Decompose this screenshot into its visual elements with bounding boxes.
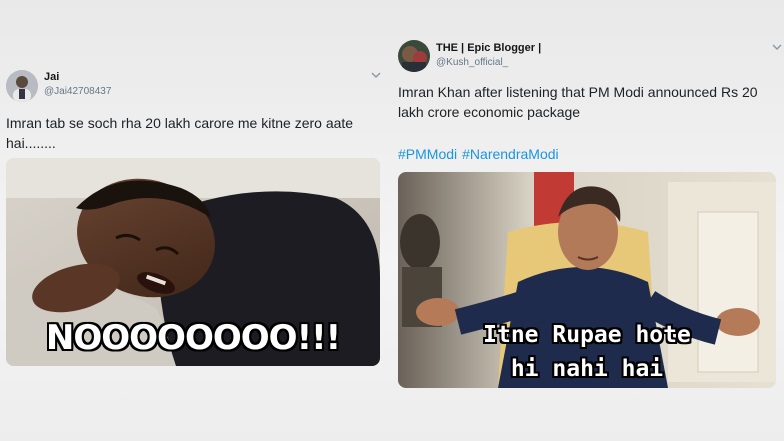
meme-caption-line: Itne Rupae hote — [483, 322, 691, 348]
tweet-card-left[interactable]: Jai @Jai42708437 Imran tab se soch rha 2… — [0, 58, 392, 441]
user-handle[interactable]: @Kush_official_ — [436, 57, 508, 68]
avatar[interactable] — [6, 70, 38, 102]
chevron-down-icon[interactable] — [369, 70, 383, 84]
display-name[interactable]: Jai — [44, 71, 59, 83]
meme-image[interactable]: Itne Rupae hote hi nahi hai — [398, 172, 776, 388]
avatar[interactable] — [398, 40, 430, 72]
tweet-card-right[interactable]: THE | Epic Blogger | @Kush_official_ Imr… — [392, 22, 784, 441]
tweet-text: Imran tab se soch rha 20 lakh carore me … — [6, 115, 354, 151]
hashtags: #PMModi #NarendraModi — [398, 146, 564, 162]
meme-caption: NOOOOOOOO!!! — [45, 318, 341, 358]
meme-image[interactable]: NOOOOOOOO!!! — [6, 158, 380, 366]
user-handle[interactable]: @Jai42708437 — [44, 86, 111, 97]
display-name[interactable]: THE | Epic Blogger | — [436, 42, 541, 54]
hashtag-link[interactable]: #NarendraModi — [462, 146, 559, 162]
hashtag-link[interactable]: #PMModi — [398, 146, 457, 162]
meme-caption: Itne Rupae hote hi nahi hai — [398, 318, 776, 386]
tweet-text: Imran Khan after listening that PM Modi … — [398, 84, 758, 120]
avatar-image — [398, 40, 430, 72]
meme-caption-line: hi nahi hai — [510, 356, 664, 382]
chevron-down-icon[interactable] — [770, 42, 784, 56]
avatar-image — [6, 70, 38, 102]
